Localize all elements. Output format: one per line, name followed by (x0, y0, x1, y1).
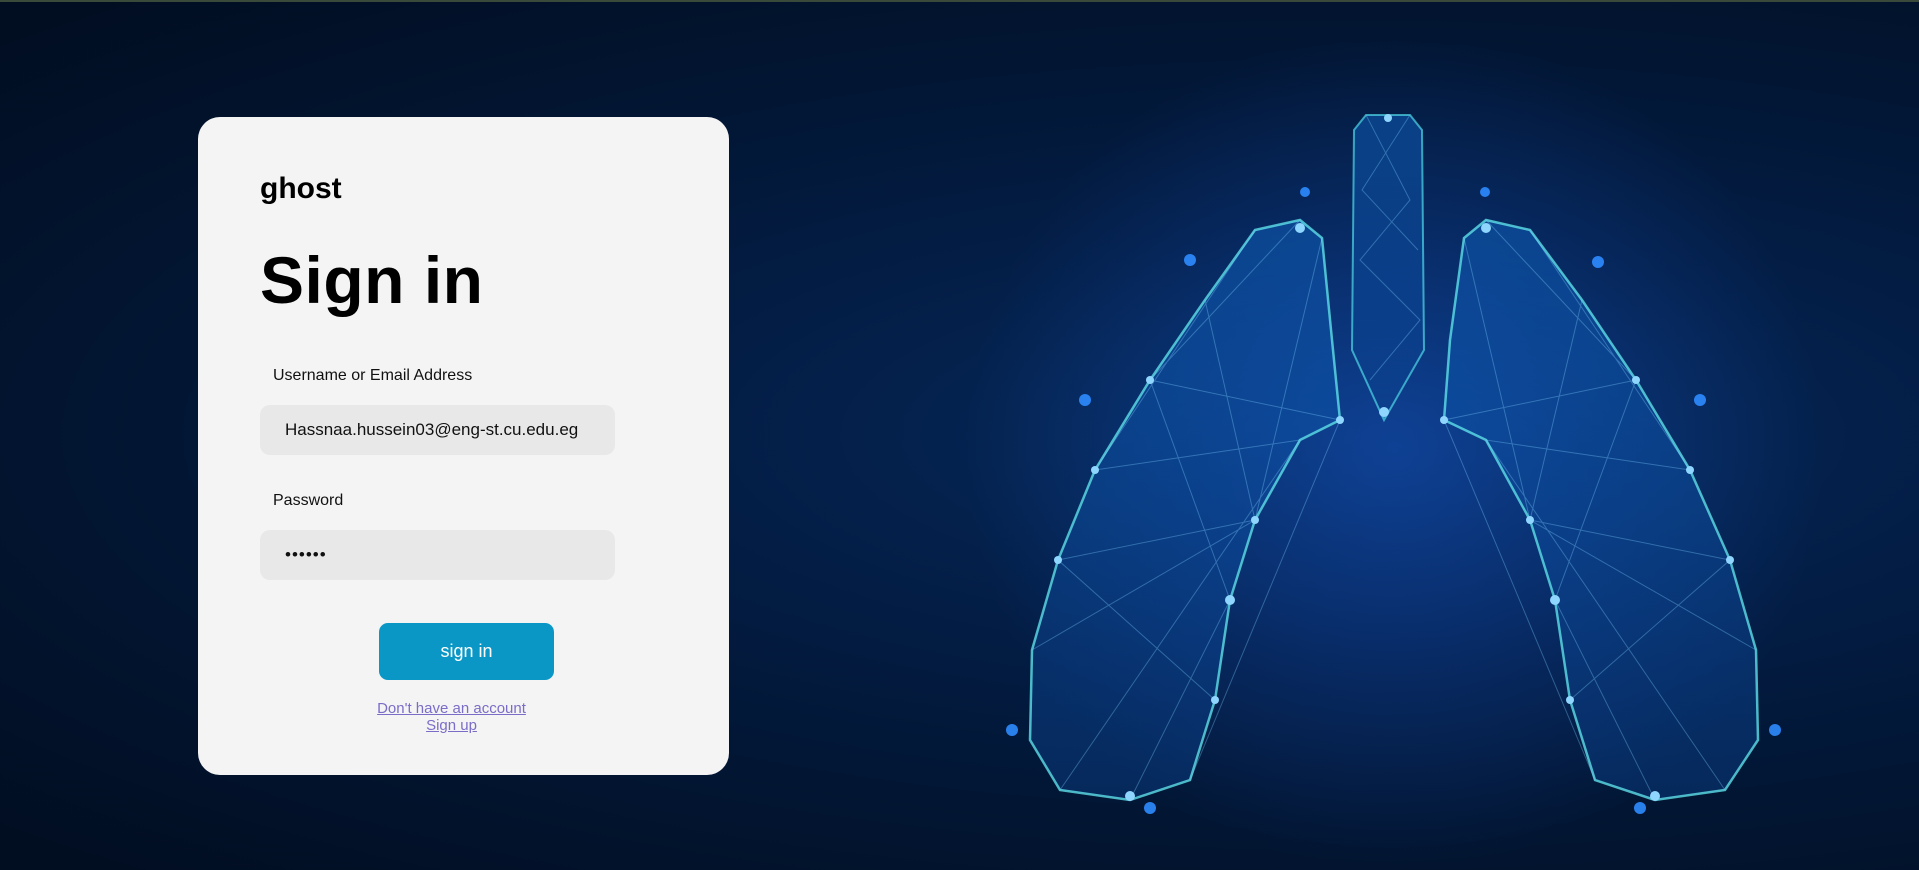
password-label: Password (273, 492, 344, 509)
sign-in-card: ghost Sign in Username or Email Address … (198, 117, 729, 775)
username-label: Username or Email Address (273, 367, 473, 384)
sign-in-button[interactable]: sign in (379, 623, 554, 680)
brand-logo-text: ghost (260, 172, 342, 205)
page-title: Sign in (260, 243, 484, 317)
sign-up-link[interactable]: Sign up (186, 717, 717, 734)
no-account-link[interactable]: Don't have an account (186, 700, 717, 717)
account-links: Don't have an account Sign up (186, 700, 717, 734)
password-input[interactable] (260, 530, 615, 580)
username-input[interactable] (260, 405, 615, 455)
